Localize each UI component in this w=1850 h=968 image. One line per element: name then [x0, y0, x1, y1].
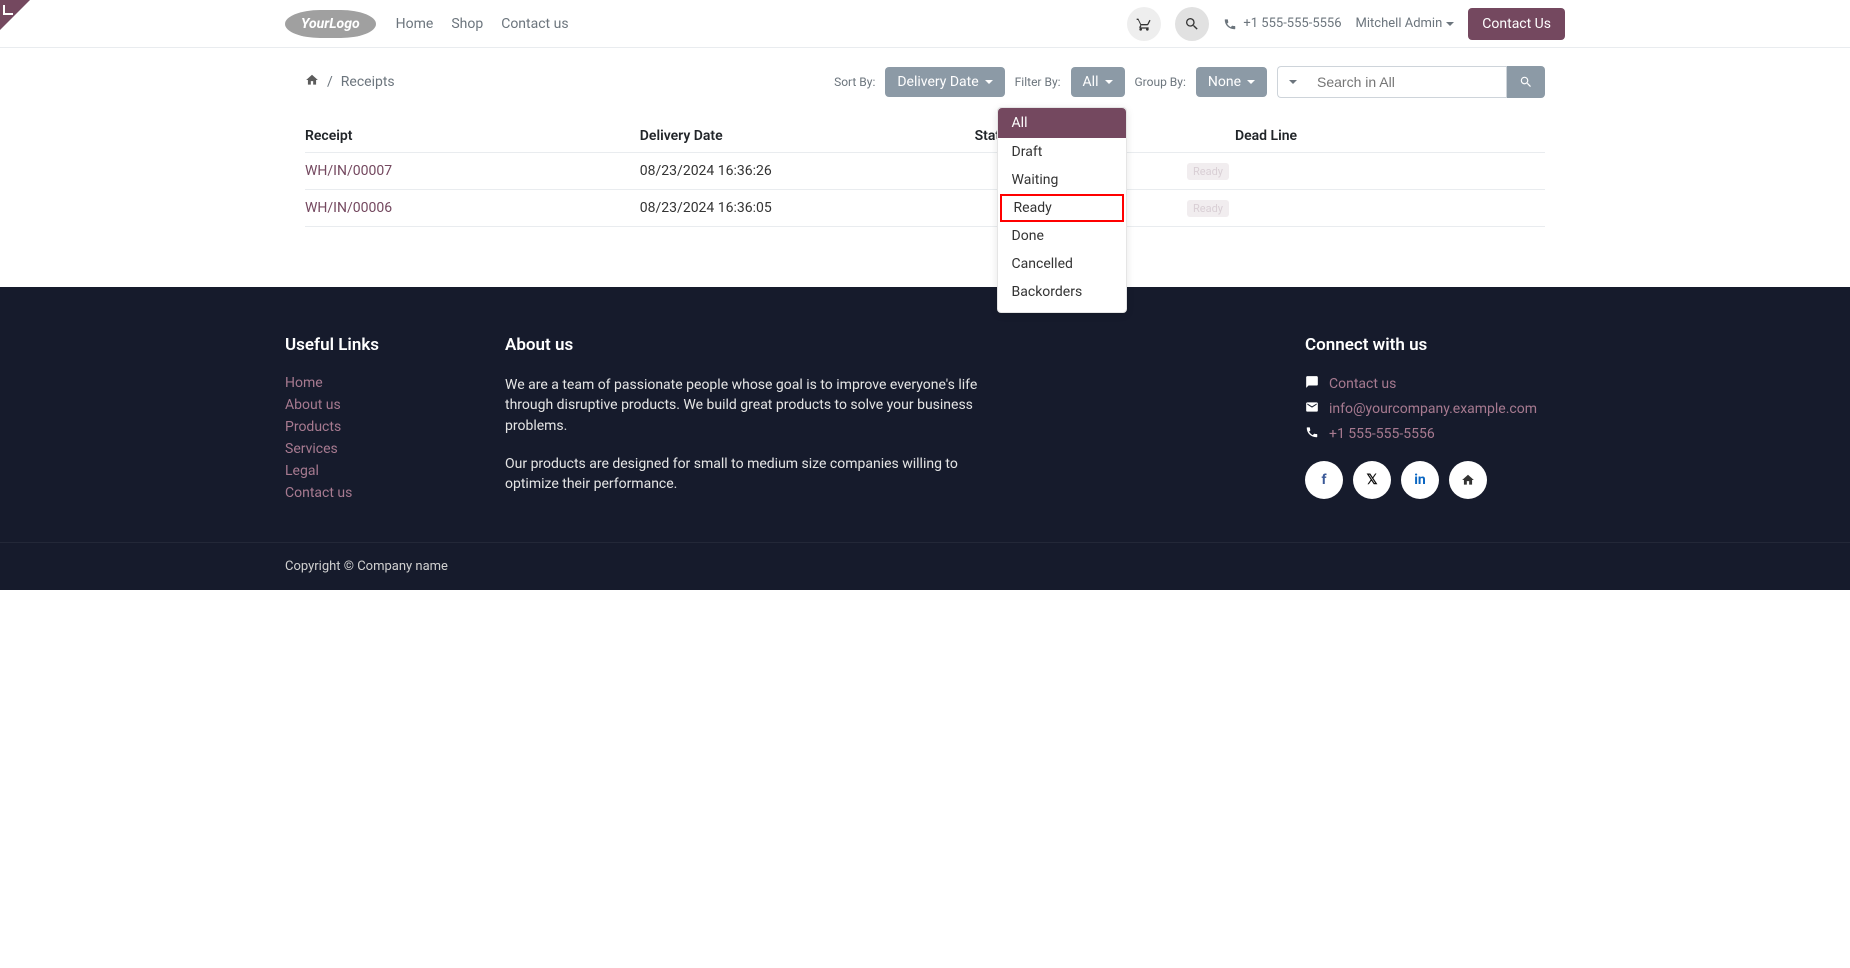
chevron-down-icon	[1247, 80, 1255, 84]
col-receipt: Receipt	[305, 120, 640, 153]
main-nav: Home Shop Contact us	[396, 16, 569, 32]
filter-option-backorders[interactable]: Backorders	[998, 278, 1126, 306]
filter-option-cancelled[interactable]: Cancelled	[998, 250, 1126, 278]
search-icon	[1519, 75, 1533, 89]
chevron-down-icon	[1105, 80, 1113, 84]
filter-option-all[interactable]: All	[998, 108, 1126, 138]
header-phone: +1 555-555-5556	[1223, 16, 1341, 31]
footer-link-contact us[interactable]: Contact us	[285, 485, 352, 501]
contact-us-button[interactable]: Contact Us	[1468, 8, 1565, 40]
useful-links-title: Useful Links	[285, 335, 445, 355]
state-badge: Ready	[1187, 200, 1229, 217]
search-scope-dropdown[interactable]	[1277, 66, 1307, 98]
site-footer: Useful Links Home About us Products Service…	[0, 287, 1850, 542]
about-us-title: About us	[505, 335, 985, 355]
user-name: Mitchell Admin	[1356, 16, 1443, 31]
filter-by-value: All	[1083, 74, 1099, 90]
footer-email-link[interactable]: info@yourcompany.example.com	[1329, 401, 1537, 417]
about-us-p2: Our products are designed for small to m…	[505, 454, 985, 495]
group-by-dropdown[interactable]: None	[1196, 67, 1267, 97]
receipt-link[interactable]: WH/IN/00007	[305, 163, 392, 179]
search-button[interactable]	[1507, 66, 1545, 98]
cell-deadline	[1235, 153, 1545, 190]
breadcrumb-current: Receipts	[341, 74, 395, 90]
state-badge: Ready	[1187, 163, 1229, 180]
col-deadline: Dead Line	[1235, 120, 1545, 153]
home-icon	[1461, 473, 1475, 487]
group-by-value: None	[1208, 74, 1241, 90]
cart-button[interactable]	[1127, 7, 1161, 41]
odoo-corner-badge[interactable]	[0, 0, 30, 30]
breadcrumb-home[interactable]	[305, 73, 319, 91]
table-row: WH/IN/00007 08/23/2024 16:36:26 Ready	[305, 153, 1545, 190]
user-menu[interactable]: Mitchell Admin	[1356, 16, 1455, 31]
nav-shop[interactable]: Shop	[451, 16, 483, 32]
chevron-down-icon	[1289, 80, 1297, 84]
search-group	[1277, 66, 1545, 98]
header-search-button[interactable]	[1175, 7, 1209, 41]
chevron-down-icon	[985, 80, 993, 84]
sort-by-dropdown[interactable]: Delivery Date	[885, 67, 1004, 97]
page-toolbar: / Receipts Sort By: Delivery Date Filter…	[305, 66, 1545, 98]
filter-option-done[interactable]: Done	[998, 222, 1126, 250]
footer-link-products[interactable]: Products	[285, 419, 341, 435]
footer-contact-link[interactable]: Contact us	[1329, 376, 1396, 392]
cell-delivery-date: 08/23/2024 16:36:26	[640, 153, 975, 190]
social-linkedin[interactable]: in	[1401, 461, 1439, 499]
social-twitter[interactable]: 𝕏	[1353, 461, 1391, 499]
footer-link-home[interactable]: Home	[285, 375, 323, 391]
table-row: WH/IN/00006 08/23/2024 16:36:05 Ready	[305, 190, 1545, 227]
chat-icon	[1305, 375, 1319, 393]
phone-icon	[1305, 425, 1319, 443]
footer-link-about us[interactable]: About us	[285, 397, 341, 413]
copyright-text: Copyright © Company name	[285, 559, 1565, 574]
chevron-down-icon	[1446, 22, 1454, 26]
cell-deadline	[1235, 190, 1545, 227]
footer-link-legal[interactable]: Legal	[285, 463, 319, 479]
home-icon	[305, 73, 319, 87]
breadcrumb-sep: /	[327, 74, 333, 90]
group-by-label: Group By:	[1135, 75, 1186, 89]
site-header: YourLogo Home Shop Contact us +1 555-555…	[0, 0, 1850, 48]
filter-dropdown-menu: AllDraftWaitingReadyDoneCancelledBackord…	[997, 107, 1127, 313]
sort-by-value: Delivery Date	[897, 74, 978, 90]
social-facebook[interactable]: f	[1305, 461, 1343, 499]
search-input[interactable]	[1307, 66, 1507, 98]
sort-by-label: Sort By:	[834, 75, 875, 89]
cell-delivery-date: 08/23/2024 16:36:05	[640, 190, 975, 227]
footer-link-services[interactable]: Services	[285, 441, 338, 457]
col-delivery-date: Delivery Date	[640, 120, 975, 153]
social-home[interactable]	[1449, 461, 1487, 499]
filter-option-waiting[interactable]: Waiting	[998, 166, 1126, 194]
nav-contact[interactable]: Contact us	[501, 16, 568, 32]
filter-by-label: Filter By:	[1015, 75, 1061, 89]
envelope-icon	[1305, 400, 1319, 418]
site-logo[interactable]: YourLogo	[285, 10, 376, 38]
footer-phone-link[interactable]: +1 555-555-5556	[1329, 426, 1435, 442]
phone-icon	[1223, 17, 1237, 31]
receipt-link[interactable]: WH/IN/00006	[305, 200, 392, 216]
breadcrumb: / Receipts	[305, 73, 395, 91]
connect-title: Connect with us	[1305, 335, 1565, 355]
filter-option-draft[interactable]: Draft	[998, 138, 1126, 166]
header-phone-text: +1 555-555-5556	[1243, 16, 1341, 31]
nav-home[interactable]: Home	[396, 16, 434, 32]
cart-icon	[1136, 16, 1152, 32]
receipts-table: Receipt Delivery Date State Dead Line WH…	[305, 120, 1545, 227]
filter-by-dropdown[interactable]: All	[1071, 67, 1125, 97]
about-us-p1: We are a team of passionate people whose…	[505, 375, 985, 436]
filter-option-ready[interactable]: Ready	[1000, 194, 1124, 222]
search-icon	[1184, 16, 1200, 32]
copyright-bar: Copyright © Company name	[0, 542, 1850, 590]
